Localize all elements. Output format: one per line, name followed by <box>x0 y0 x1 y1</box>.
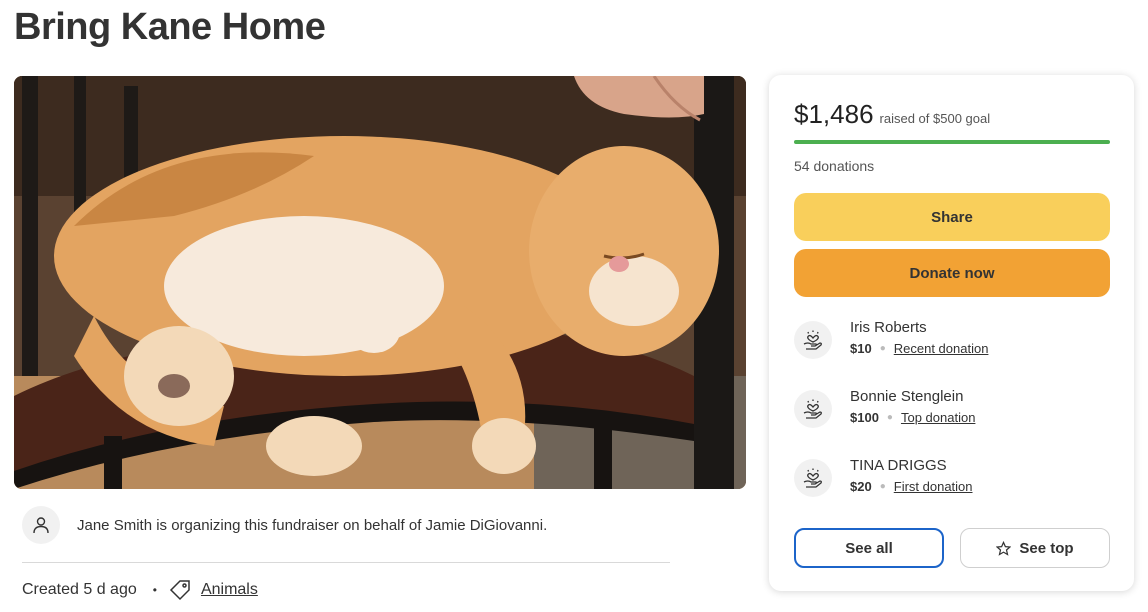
donations-count: 54 donations <box>794 158 875 174</box>
donor-name: Bonnie Stenglein <box>850 388 964 405</box>
separator-dot: ● <box>879 481 886 492</box>
donation-amount: $10 <box>850 341 872 356</box>
donation-amount: $20 <box>850 479 872 494</box>
goal-text: raised of $500 goal <box>879 111 991 126</box>
recent-donation-link[interactable]: Recent donation <box>894 341 989 356</box>
person-icon <box>22 506 60 544</box>
organizer-row: Jane Smith is organizing this fundraiser… <box>22 506 547 544</box>
donation-item: Bonnie Stenglein $100 ● Top donation <box>794 388 975 428</box>
share-button[interactable]: Share <box>794 193 1110 241</box>
star-icon <box>996 540 1012 556</box>
page-title: Bring Kane Home <box>14 6 326 48</box>
raised-summary: $1,486 raised of $500 goal <box>794 99 990 130</box>
donation-card: $1,486 raised of $500 goal 54 donations … <box>769 75 1134 591</box>
separator-dot: ● <box>879 343 886 354</box>
first-donation-link[interactable]: First donation <box>894 479 973 494</box>
hero-image <box>14 76 746 489</box>
progress-fill <box>794 140 1110 144</box>
donation-item: Iris Roberts $10 ● Recent donation <box>794 319 989 359</box>
donation-amount: $100 <box>850 410 879 425</box>
separator-dot: ● <box>886 412 893 423</box>
meta-separator: • <box>152 583 157 597</box>
progress-bar <box>794 140 1110 144</box>
top-donation-link[interactable]: Top donation <box>901 410 975 425</box>
organizer-text: Jane Smith is organizing this fundraiser… <box>77 516 548 534</box>
raised-amount: $1,486 <box>794 99 874 129</box>
category-link[interactable]: Animals <box>201 581 258 599</box>
see-top-button[interactable]: See top <box>960 528 1110 568</box>
see-all-button[interactable]: See all <box>794 528 944 568</box>
created-date: Created 5 d ago <box>22 581 137 598</box>
heart-hand-icon <box>794 321 832 359</box>
donate-button[interactable]: Donate now <box>794 249 1110 297</box>
donor-name: Iris Roberts <box>850 319 927 336</box>
donation-item: TINA DRIGGS $20 ● First donation <box>794 457 973 497</box>
tag-icon <box>169 579 191 601</box>
cat-photo <box>14 76 746 489</box>
heart-hand-icon <box>794 390 832 428</box>
see-top-label: See top <box>1019 539 1074 557</box>
divider <box>22 562 670 563</box>
donor-name: TINA DRIGGS <box>850 457 947 474</box>
meta-row: Created 5 d ago • Animals <box>22 579 258 601</box>
heart-hand-icon <box>794 459 832 497</box>
